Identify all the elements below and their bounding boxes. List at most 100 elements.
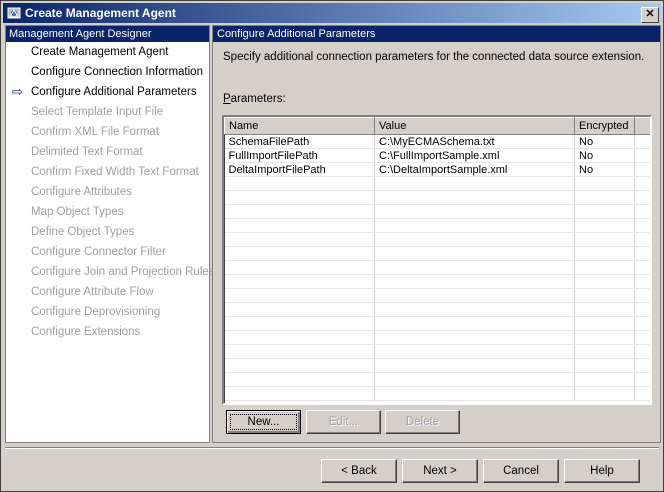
empty-row xyxy=(224,344,650,359)
column-header-encrypted[interactable]: Encrypted xyxy=(574,117,635,135)
step-item: Configure Connector Filter xyxy=(6,242,209,262)
parameters-label-mnemonic: P xyxy=(223,93,231,105)
step-label: Configure Attribute Flow xyxy=(31,286,154,298)
empty-cell xyxy=(374,190,575,205)
empty-row xyxy=(224,204,650,219)
empty-cell xyxy=(634,218,650,233)
empty-cell xyxy=(224,372,375,387)
empty-cell xyxy=(374,302,575,317)
empty-row xyxy=(224,190,650,205)
param-encrypted-cell: No xyxy=(574,162,635,177)
empty-cell xyxy=(574,330,635,345)
filler-cell xyxy=(634,148,650,163)
step-label: Delimited Text Format xyxy=(31,146,143,158)
empty-row xyxy=(224,288,650,303)
parameter-row[interactable]: SchemaFilePath C:\MyECMASchema.txt No xyxy=(224,134,650,149)
edit-button[interactable]: Edit... xyxy=(306,410,381,434)
empty-row xyxy=(224,274,650,289)
empty-cell xyxy=(374,316,575,331)
empty-cell xyxy=(634,176,650,191)
empty-row xyxy=(224,246,650,261)
filler-cell xyxy=(634,134,650,149)
empty-row xyxy=(224,386,650,401)
step-item[interactable]: ⇨ Configure Additional Parameters xyxy=(6,82,209,102)
empty-cell xyxy=(574,176,635,191)
param-name-cell: DeltaImportFilePath xyxy=(224,162,375,177)
empty-cell xyxy=(374,358,575,373)
empty-cell xyxy=(224,176,375,191)
empty-cell xyxy=(224,316,375,331)
param-name-cell: FullImportFilePath xyxy=(224,148,375,163)
parameter-row[interactable]: FullImportFilePath C:\FullImportSample.xm… xyxy=(224,148,650,163)
empty-cell xyxy=(634,358,650,373)
step-label: Configure Additional Parameters xyxy=(31,86,197,98)
column-header-name[interactable]: Name xyxy=(224,117,375,135)
empty-cell xyxy=(634,260,650,275)
help-button[interactable]: Help xyxy=(564,459,640,483)
arrow-right-icon: ⇨ xyxy=(12,84,23,99)
empty-cell xyxy=(374,176,575,191)
empty-cell xyxy=(574,190,635,205)
title-bar[interactable]: Create Management Agent ✕ xyxy=(3,3,661,23)
empty-cell xyxy=(224,344,375,359)
close-button[interactable]: ✕ xyxy=(641,7,659,23)
next-button[interactable]: Next > xyxy=(402,459,478,483)
configure-additional-parameters-pane: Configure Additional Parameters Specify … xyxy=(212,25,661,443)
step-item: Delimited Text Format xyxy=(6,142,209,162)
step-label: Create Management Agent xyxy=(31,46,169,58)
step-item: Map Object Types xyxy=(6,202,209,222)
empty-cell xyxy=(574,218,635,233)
cancel-button[interactable]: Cancel xyxy=(483,459,559,483)
empty-cell xyxy=(224,288,375,303)
new-button[interactable]: New... xyxy=(226,410,301,434)
back-button[interactable]: < Back xyxy=(321,459,397,483)
filler-cell xyxy=(634,162,650,177)
parameters-grid[interactable]: Name Value Encrypted SchemaFilePath C:\My… xyxy=(222,115,652,405)
grid-header-row: Name Value Encrypted xyxy=(224,117,650,135)
empty-cell xyxy=(374,288,575,303)
empty-cell xyxy=(574,232,635,247)
column-header-value[interactable]: Value xyxy=(374,117,575,135)
empty-cell xyxy=(574,386,635,401)
empty-cell xyxy=(634,386,650,401)
step-item: Confirm Fixed Width Text Format xyxy=(6,162,209,182)
empty-row xyxy=(224,316,650,331)
empty-cell xyxy=(634,204,650,219)
param-value-cell: C:\DeltaImportSample.xml xyxy=(374,162,575,177)
empty-cell xyxy=(634,302,650,317)
empty-cell xyxy=(374,232,575,247)
empty-cell xyxy=(224,246,375,261)
empty-row xyxy=(224,302,650,317)
empty-cell xyxy=(224,302,375,317)
empty-row xyxy=(224,358,650,373)
empty-cell xyxy=(574,288,635,303)
empty-cell xyxy=(634,246,650,261)
param-encrypted-cell: No xyxy=(574,134,635,149)
empty-row xyxy=(224,330,650,345)
new-button-label: New... xyxy=(230,414,297,430)
delete-button[interactable]: Delete xyxy=(385,410,460,434)
parameter-row[interactable]: DeltaImportFilePath C:\DeltaImportSample.… xyxy=(224,162,650,177)
empty-cell xyxy=(574,358,635,373)
empty-cell xyxy=(224,274,375,289)
empty-cell xyxy=(224,386,375,401)
empty-cell xyxy=(374,246,575,261)
window-title: Create Management Agent xyxy=(25,6,176,20)
empty-cell xyxy=(374,372,575,387)
empty-cell xyxy=(574,274,635,289)
footer-separator xyxy=(5,447,659,449)
step-label: Confirm XML File Format xyxy=(31,126,160,138)
empty-cell xyxy=(634,344,650,359)
step-item[interactable]: Create Management Agent xyxy=(6,42,209,62)
step-label: Configure Deprovisioning xyxy=(31,306,161,318)
empty-cell xyxy=(634,190,650,205)
empty-cell xyxy=(374,344,575,359)
step-item[interactable]: Configure Connection Information xyxy=(6,62,209,82)
empty-cell xyxy=(374,204,575,219)
empty-cell xyxy=(634,316,650,331)
param-encrypted-cell: No xyxy=(574,148,635,163)
empty-row xyxy=(224,218,650,233)
empty-cell xyxy=(634,274,650,289)
step-navigation-pane: Management Agent Designer Create Managem… xyxy=(5,25,214,443)
pane-description: Specify additional connection parameters… xyxy=(223,51,645,63)
